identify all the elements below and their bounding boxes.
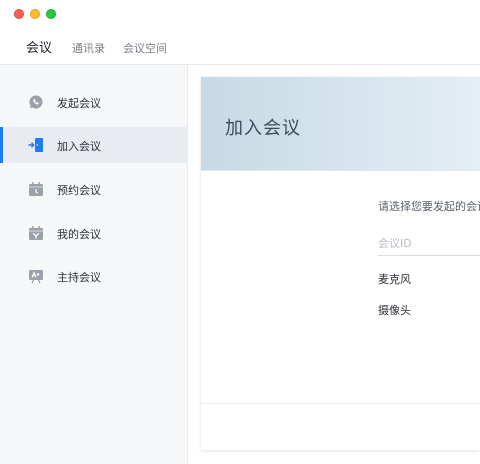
maximize-window-button[interactable] — [46, 9, 56, 19]
meeting-id-input[interactable] — [378, 231, 480, 256]
minimize-window-button[interactable] — [30, 9, 40, 19]
microphone-option[interactable]: 麦克风 — [378, 271, 411, 287]
app-window: 会议 通讯录 会议空间 发起会议 加入会议 预约会议 我的会议 主持会议 加入会… — [0, 0, 480, 464]
sidebar-item-host-meeting[interactable]: 主持会议 — [0, 258, 188, 294]
sidebar-item-start-meeting[interactable]: 发起会议 — [0, 84, 188, 120]
meeting-hint-text: 请选择您要发起的会议 — [378, 200, 480, 213]
sidebar-item-label: 我的会议 — [57, 228, 101, 241]
close-window-button[interactable] — [14, 9, 24, 19]
panel-header: 加入会议 — [201, 77, 480, 170]
sidebar-item-label: 发起会议 — [57, 97, 101, 110]
enter-door-icon — [28, 138, 43, 152]
sidebar-item-my-meetings[interactable]: 我的会议 — [0, 215, 188, 251]
sidebar-item-label: 预约会议 — [57, 184, 101, 197]
presenter-icon — [29, 270, 43, 284]
calendar-user-icon — [29, 226, 43, 240]
sidebar-item-label: 主持会议 — [57, 271, 101, 284]
tab-meeting[interactable]: 会议 — [26, 37, 52, 56]
sidebar-item-label: 加入会议 — [57, 140, 101, 153]
footer-divider — [201, 403, 480, 404]
calendar-clock-icon — [29, 182, 43, 196]
page-title: 加入会议 — [225, 118, 301, 139]
join-meeting-panel: 加入会议 请选择您要发起的会议 麦克风 摄像头 — [201, 77, 480, 450]
tab-contacts[interactable]: 通讯录 — [72, 40, 105, 56]
sidebar: 发起会议 加入会议 预约会议 我的会议 主持会议 — [0, 65, 188, 464]
sidebar-item-join-meeting[interactable]: 加入会议 — [0, 127, 188, 163]
title-bar: 会议 通讯录 会议空间 — [0, 0, 480, 65]
tab-meeting-space[interactable]: 会议空间 — [123, 40, 167, 56]
camera-option[interactable]: 摄像头 — [378, 302, 411, 318]
top-tabs: 会议 通讯录 会议空间 — [26, 37, 185, 56]
sidebar-item-schedule-meeting[interactable]: 预约会议 — [0, 171, 188, 207]
divider — [201, 170, 480, 171]
phone-bubble-icon — [29, 95, 43, 109]
